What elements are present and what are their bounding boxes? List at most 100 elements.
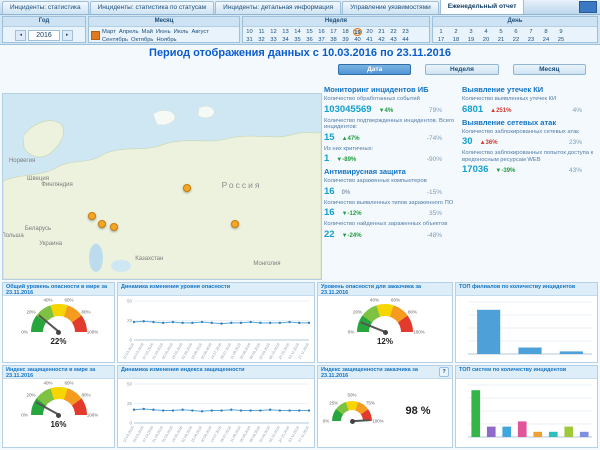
week-option[interactable]: 13 [281,28,290,36]
day-option[interactable]: 9 [555,28,567,36]
metric-secondary: 43% [568,167,582,174]
tabbar-corner-button[interactable] [579,1,597,13]
day-option[interactable]: 20 [480,36,492,42]
incident-map[interactable]: Норвегия Швеция Финляндия Россия Польша Белар… [2,93,322,280]
week-option[interactable]: 43 [389,36,398,42]
gauge-tick: 80% [407,309,418,315]
month-option[interactable]: Июнь [156,28,171,36]
week-option[interactable]: 18 [341,28,350,36]
danger-trend-chart: 50 25 0 10.03.2016 24.03.2016 07.04.2016 21.04… [118,296,314,362]
day-option[interactable]: 6 [510,28,522,36]
year-next-button[interactable]: ▸ [61,30,73,41]
help-icon[interactable]: ? [439,367,449,377]
view-button-date[interactable]: Дата [338,64,412,75]
month-option[interactable]: Июль [174,28,189,36]
day-option[interactable]: 7 [525,28,537,36]
incident-marker-icon[interactable] [231,219,240,228]
week-option[interactable]: 10 [245,28,254,36]
metrics-column-leaks-attacks: Выявление утечек КИ Количество выявленны… [462,82,598,278]
day-option[interactable]: 21 [495,36,507,42]
leaks-metrics: Количество выявленных утечек КИ 6801 ▲251%… [462,96,598,115]
month-option[interactable]: Апрель [119,28,139,36]
panel-title: Общий уровень опасности в мире за 23.11.… [6,284,108,296]
month-option[interactable]: Сентябрь [102,36,128,42]
day-option[interactable]: 5 [495,28,507,36]
week-option[interactable]: 14 [293,28,302,36]
week-option[interactable]: 34 [281,36,290,42]
day-option[interactable]: 17 [435,36,447,42]
day-option[interactable]: 19 [465,36,477,42]
week-option[interactable]: 17 [329,28,338,36]
day-option[interactable]: 23 [525,36,537,42]
week-option[interactable]: 16 [317,28,326,36]
week-option[interactable]: 35 [293,36,302,42]
week-option[interactable]: 11 [257,28,266,36]
year-value[interactable]: 2016 [28,30,60,41]
week-option[interactable]: 12 [269,28,278,36]
month-option[interactable]: Май [142,28,153,36]
monitoring-metrics: Количество обработанных событий 103045569… [324,96,458,164]
gauge-tick: 80% [81,309,91,315]
month-scroll-button[interactable] [91,31,100,40]
metric-label: Количество найденных зараженных объектов [324,221,448,227]
week-option[interactable]: 38 [329,36,338,42]
gauge-tick: 20% [352,309,362,315]
week-option[interactable]: 32 [257,36,266,42]
view-button-week[interactable]: Неделя [425,64,499,75]
tab-weekly-report[interactable]: Еженедельный отчет [439,0,525,14]
incident-marker-icon[interactable] [88,212,97,221]
month-option[interactable]: Март [102,28,116,36]
section-title-attacks: Выявление сетевых атак [462,117,557,127]
metric-secondary: 4% [572,106,582,114]
panel-title: Динамика изменения индекса защищенности [121,367,245,373]
week-option[interactable]: 31 [245,36,254,42]
day-option[interactable]: 24 [540,36,552,42]
year-prev-button[interactable]: ◂ [15,30,27,41]
week-option[interactable]: 23 [401,28,410,36]
day-option[interactable]: 3 [465,28,477,36]
tab-incidents-statistics[interactable]: Инциденты: статистика [2,1,89,14]
day-option[interactable]: 22 [510,36,522,42]
section-title-monitoring: Мониторинг инцидентов ИБ [324,85,429,94]
incident-marker-icon[interactable] [183,184,192,193]
day-option[interactable]: 2 [450,28,462,36]
week-option[interactable]: 15 [305,28,314,36]
week-option[interactable]: 36 [305,36,314,42]
metric-delta: ▲47% [341,135,360,142]
week-option[interactable]: 33 [269,36,278,42]
panel-top-branches: ТОП филиалов по количеству инцидентов [455,282,598,363]
week-option[interactable]: 19 [353,28,362,36]
gauge-tick: 20% [26,309,36,315]
panel-danger-trend: Динамика изменения уровня опасности 50 25… [117,282,315,363]
incident-marker-icon[interactable] [110,223,119,232]
svg-text:25: 25 [127,318,133,323]
map-label: Монголия [253,261,281,268]
week-option[interactable]: 22 [389,28,398,36]
week-option[interactable]: 20 [365,28,374,36]
month-option[interactable]: Октябрь [131,36,153,42]
day-option[interactable]: 8 [540,28,552,36]
panel-title: Индекс защищенности в мире за 23.11.2016 [6,367,96,379]
week-option[interactable]: 44 [401,36,410,42]
week-option[interactable]: 41 [365,36,374,42]
svg-text:25: 25 [127,401,133,406]
day-option[interactable]: 1 [435,28,447,36]
week-option[interactable]: 40 [353,36,362,42]
metric-infected-objects: Количество найденных зараженных объектов… [324,221,458,240]
month-option[interactable]: Август [191,28,208,36]
week-option[interactable]: 21 [377,28,386,36]
tab-incidents-details[interactable]: Инциденты: детальная информация [215,1,342,14]
day-option[interactable]: 25 [555,36,567,42]
view-button-month[interactable]: Месяц [512,64,586,75]
week-option[interactable]: 42 [377,36,386,42]
tab-vulnerability-management[interactable]: Управление уязвимостями [342,1,439,14]
day-option[interactable]: 4 [480,28,492,36]
period-title: Период отображения данных с 10.03.2016 п… [149,47,451,59]
week-option[interactable]: 39 [341,36,350,42]
month-option[interactable]: Ноябрь [156,36,176,42]
gauge-tick: 0% [21,329,28,335]
week-option[interactable]: 37 [317,36,326,42]
incident-marker-icon[interactable] [97,219,106,228]
day-option[interactable]: 18 [450,36,462,42]
tab-incidents-by-status[interactable]: Инциденты: статистика по статусам [89,1,215,14]
